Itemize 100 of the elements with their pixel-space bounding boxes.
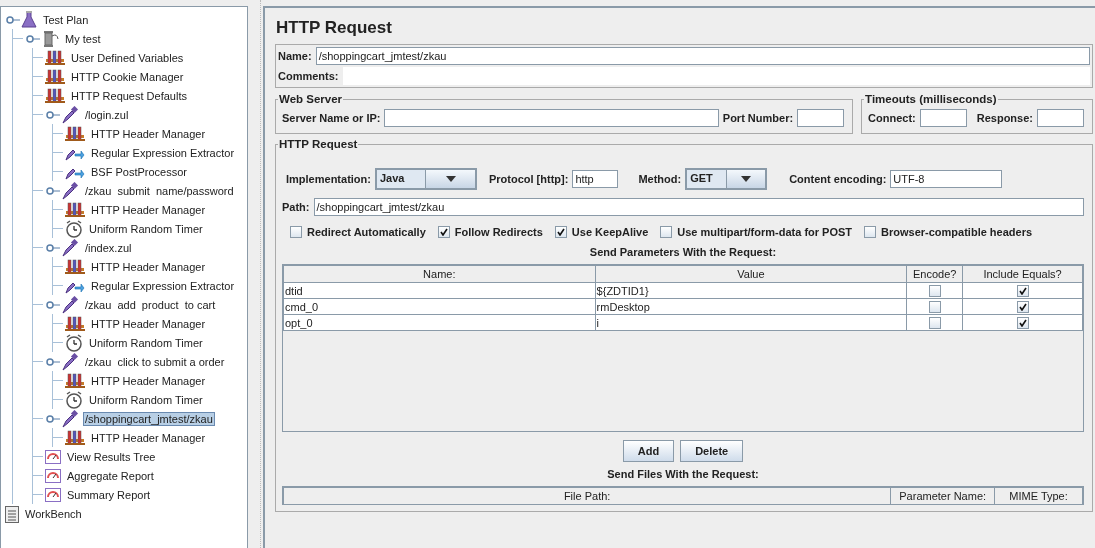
column-header[interactable]: Value [595, 265, 907, 283]
name-field[interactable]: /shoppingcart_jmtest/zkau [315, 47, 1090, 65]
action-button[interactable]: Add [622, 440, 675, 462]
column-header[interactable]: Parameter Name: [890, 487, 995, 505]
tree-item[interactable]: Uniform Random Timer [87, 392, 205, 407]
encoding-field[interactable]: UTF-8 [890, 170, 1003, 188]
response-label: Response: [976, 112, 1033, 124]
test-tubes-icon [65, 201, 85, 218]
tree-item[interactable]: BSF PostProcessor [89, 164, 189, 179]
tree-item[interactable]: Regular Expression Extractor [89, 278, 237, 293]
test-tubes-icon [45, 49, 65, 66]
tree-item[interactable]: /index.zul [83, 240, 134, 255]
method-label: Method: [638, 173, 682, 185]
gauge-icon [45, 487, 61, 502]
stopwatch-icon [65, 390, 83, 409]
server-field[interactable] [384, 109, 719, 127]
tree-item[interactable]: HTTP Header Manager [89, 259, 208, 274]
protocol-field[interactable]: http [572, 170, 619, 188]
section-title: Timeouts (milliseconds) [864, 93, 998, 105]
method-dropdown[interactable]: GET [685, 168, 768, 190]
port-field[interactable] [797, 109, 845, 127]
dropper-icon [61, 409, 79, 428]
checkbox[interactable] [1016, 285, 1029, 298]
section-title: Web Server [278, 93, 344, 105]
comments-label: Comments: [278, 70, 339, 82]
tree-item[interactable]: Summary Report [65, 487, 153, 502]
dropper-icon [61, 105, 79, 124]
checkbox[interactable] [864, 226, 877, 238]
tree-item[interactable]: HTTP Header Manager [89, 202, 208, 217]
tree-item[interactable]: /zkau submit name/password [83, 183, 236, 198]
tree-item[interactable]: My test [63, 31, 103, 46]
stopwatch-icon [65, 219, 83, 238]
tree-item[interactable]: /shoppingcart_jmtest/zkau [83, 411, 215, 426]
tree-item[interactable]: Uniform Random Timer [87, 335, 205, 350]
column-header[interactable]: Encode? [906, 265, 963, 283]
section-caption: Send Files With the Request: [606, 468, 760, 480]
column-header[interactable]: Include Equals? [962, 265, 1083, 283]
checkbox[interactable] [928, 285, 941, 298]
tree-item[interactable]: User Defined Variables [69, 50, 186, 65]
checkbox[interactable] [660, 226, 673, 238]
panel-title: HTTP Request [276, 18, 393, 38]
test-tubes-icon [65, 372, 85, 389]
action-button[interactable]: Delete [680, 440, 744, 462]
checkbox[interactable] [437, 226, 450, 238]
checkbox-label: Browser-compatible headers [881, 226, 1033, 238]
test-tubes-icon [65, 258, 85, 275]
connect-field[interactable] [919, 109, 967, 127]
column-header[interactable]: MIME Type: [994, 487, 1083, 505]
tree-item[interactable]: Uniform Random Timer [87, 221, 205, 236]
checkbox[interactable] [928, 317, 941, 330]
column-header[interactable]: File Path: [283, 487, 891, 505]
test-tubes-icon [45, 87, 65, 104]
server-label: Server Name or IP: [282, 112, 381, 124]
tree-item[interactable]: /zkau click to submit a order [83, 354, 227, 369]
checkbox[interactable] [290, 226, 302, 238]
checkbox[interactable] [1016, 301, 1029, 314]
encoding-label: Content encoding: [789, 173, 887, 185]
port-label: Port Number: [722, 112, 794, 124]
checkbox[interactable] [1016, 317, 1029, 330]
test-tubes-icon [45, 68, 65, 85]
checkbox[interactable] [554, 226, 567, 238]
dropper-icon [61, 352, 79, 371]
tree-item[interactable]: Regular Expression Extractor [89, 145, 237, 160]
tree-item[interactable]: HTTP Header Manager [89, 373, 208, 388]
name-label: Name: [278, 50, 312, 62]
test-tubes-icon [65, 429, 85, 446]
gauge-icon [45, 468, 61, 483]
dropper-icon [61, 238, 79, 257]
tree-item[interactable]: HTTP Request Defaults [69, 88, 189, 103]
section-title: HTTP Request [278, 138, 359, 150]
implementation-dropdown[interactable]: Java [374, 168, 477, 190]
dropper-icon [61, 181, 79, 200]
test-tubes-icon [65, 315, 85, 332]
column-header[interactable]: Name: [283, 265, 596, 283]
checkbox-label: Use multipart/form-data for POST [677, 226, 853, 238]
tree-item[interactable]: HTTP Header Manager [89, 316, 208, 331]
caret-icon [445, 176, 456, 182]
tree-item[interactable]: View Results Tree [65, 449, 158, 464]
dropper-icon [61, 295, 79, 314]
clipboard-icon [5, 504, 19, 523]
connect-label: Connect: [868, 112, 916, 124]
tree-item[interactable]: HTTP Cookie Manager [69, 69, 186, 84]
tree-item[interactable]: Aggregate Report [65, 468, 156, 483]
gauge-icon [45, 449, 61, 464]
tree-item[interactable]: Test Plan [41, 12, 91, 27]
path-field[interactable]: /shoppingcart_jmtest/zkau [313, 198, 1084, 216]
flask-icon [21, 10, 37, 29]
response-field[interactable] [1037, 109, 1084, 127]
test-tubes-icon [65, 125, 85, 142]
checkbox[interactable] [928, 301, 941, 314]
tree-item[interactable]: /zkau add product to cart [83, 297, 218, 312]
checkbox-label: Redirect Automatically [307, 226, 426, 238]
path-label: Path: [282, 201, 310, 213]
protocol-label: Protocol [http]: [488, 173, 569, 185]
tree-item[interactable]: HTTP Header Manager [89, 126, 208, 141]
tree-item[interactable]: WorkBench [23, 506, 84, 521]
tree-item[interactable]: /login.zul [83, 107, 131, 122]
stopwatch-icon [65, 333, 83, 352]
tree-item[interactable]: HTTP Header Manager [89, 430, 208, 445]
section-caption: Send Parameters With the Request: [588, 246, 778, 258]
